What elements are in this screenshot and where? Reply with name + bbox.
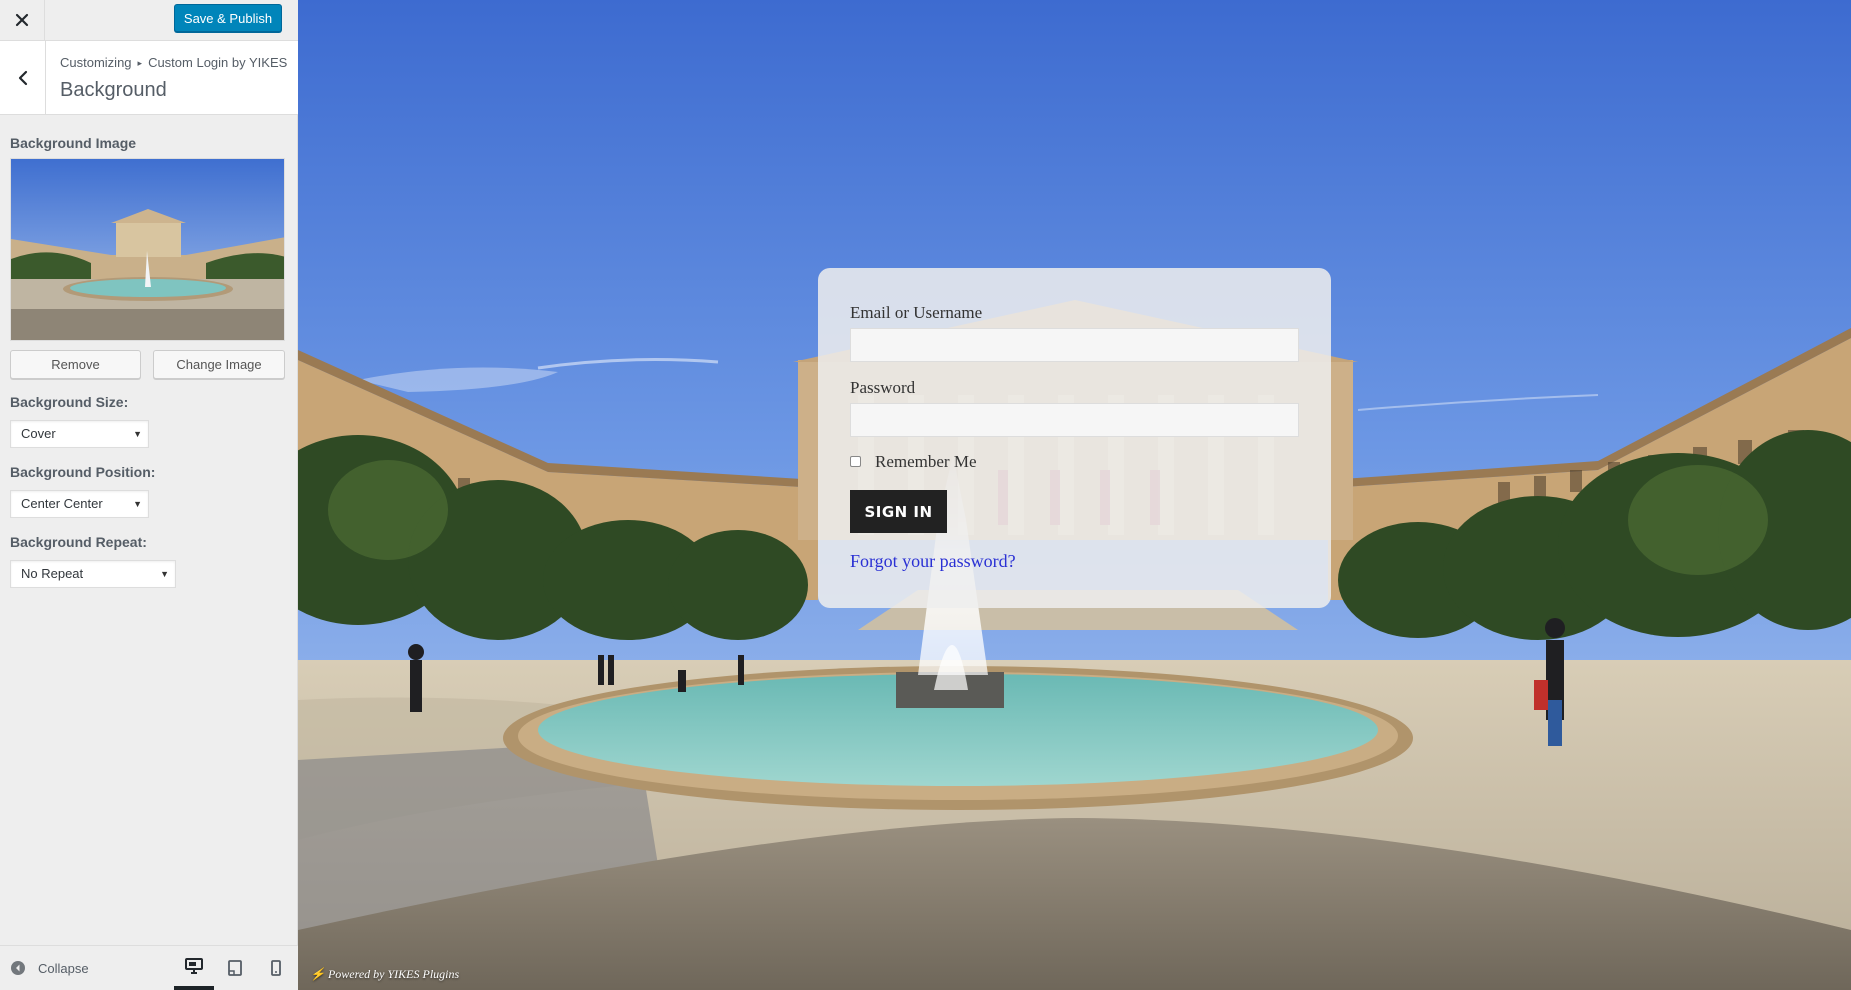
powered-by-label: Powered by YIKES Plugins (327, 967, 460, 981)
tablet-icon (228, 960, 242, 976)
back-button[interactable] (0, 41, 46, 114)
collapse-button[interactable]: Collapse (10, 946, 89, 990)
username-field[interactable] (850, 328, 1299, 362)
mobile-icon (271, 960, 281, 976)
dropdown-arrow-icon: ▼ (160, 569, 169, 579)
background-image-label: Background Image (10, 135, 137, 151)
customizer-sidebar: Save & Publish Customizing ▸ Custom Login … (0, 0, 298, 990)
login-preview: Email or Username Password Remember Me S… (298, 0, 1851, 990)
background-size-value: Cover (21, 426, 56, 441)
forgot-password-link[interactable]: Forgot your password? (850, 551, 1016, 572)
close-button[interactable] (0, 0, 45, 40)
dropdown-arrow-icon: ▼ (133, 499, 142, 509)
password-label: Password (850, 378, 916, 397)
breadcrumb-root: Customizing (60, 55, 132, 70)
customizer-header: Save & Publish (0, 0, 298, 41)
background-position-label: Background Position: (10, 464, 156, 480)
chevron-left-icon (18, 70, 27, 85)
sign-in-button[interactable]: SIGN IN (850, 490, 947, 533)
username-label: Email or Username (850, 303, 983, 322)
bolt-icon: ⚡ (310, 967, 325, 981)
login-form: Email or Username Password Remember Me S… (818, 268, 1331, 608)
collapse-icon (11, 961, 25, 975)
background-size-select[interactable]: Cover ▼ (10, 420, 149, 448)
breadcrumb-current: Custom Login by YIKES (148, 55, 288, 70)
background-size-label: Background Size: (10, 394, 129, 410)
background-repeat-label: Background Repeat: (10, 534, 147, 550)
breadcrumb: Customizing ▸ Custom Login by YIKES (60, 55, 287, 70)
background-image-preview (11, 159, 284, 340)
remember-me-checkbox[interactable] (850, 456, 861, 467)
background-repeat-select[interactable]: No Repeat ▼ (10, 560, 176, 588)
close-icon (15, 13, 29, 27)
background-position-select[interactable]: Center Center ▼ (10, 490, 149, 518)
breadcrumb-separator-icon: ▸ (137, 58, 143, 68)
change-image-button[interactable]: Change Image (153, 350, 285, 379)
desktop-icon (185, 958, 203, 974)
customizer-footer: Collapse (0, 945, 298, 990)
device-tablet-button[interactable] (215, 946, 255, 990)
background-image-thumbnail[interactable] (10, 158, 285, 341)
powered-by[interactable]: ⚡ Powered by YIKES Plugins (310, 967, 459, 982)
device-mobile-button[interactable] (256, 946, 296, 990)
background-repeat-value: No Repeat (21, 566, 84, 581)
collapse-label: Collapse (38, 960, 89, 976)
remember-me-label: Remember Me (875, 452, 977, 471)
background-position-value: Center Center (21, 496, 103, 511)
section-header: Customizing ▸ Custom Login by YIKES Backgr… (0, 41, 298, 115)
remove-image-button[interactable]: Remove (10, 350, 141, 379)
section-title: Background (60, 79, 167, 101)
dropdown-arrow-icon: ▼ (133, 429, 142, 439)
password-field[interactable] (850, 403, 1299, 437)
save-publish-button[interactable]: Save & Publish (174, 4, 282, 32)
device-desktop-button[interactable] (174, 946, 214, 990)
